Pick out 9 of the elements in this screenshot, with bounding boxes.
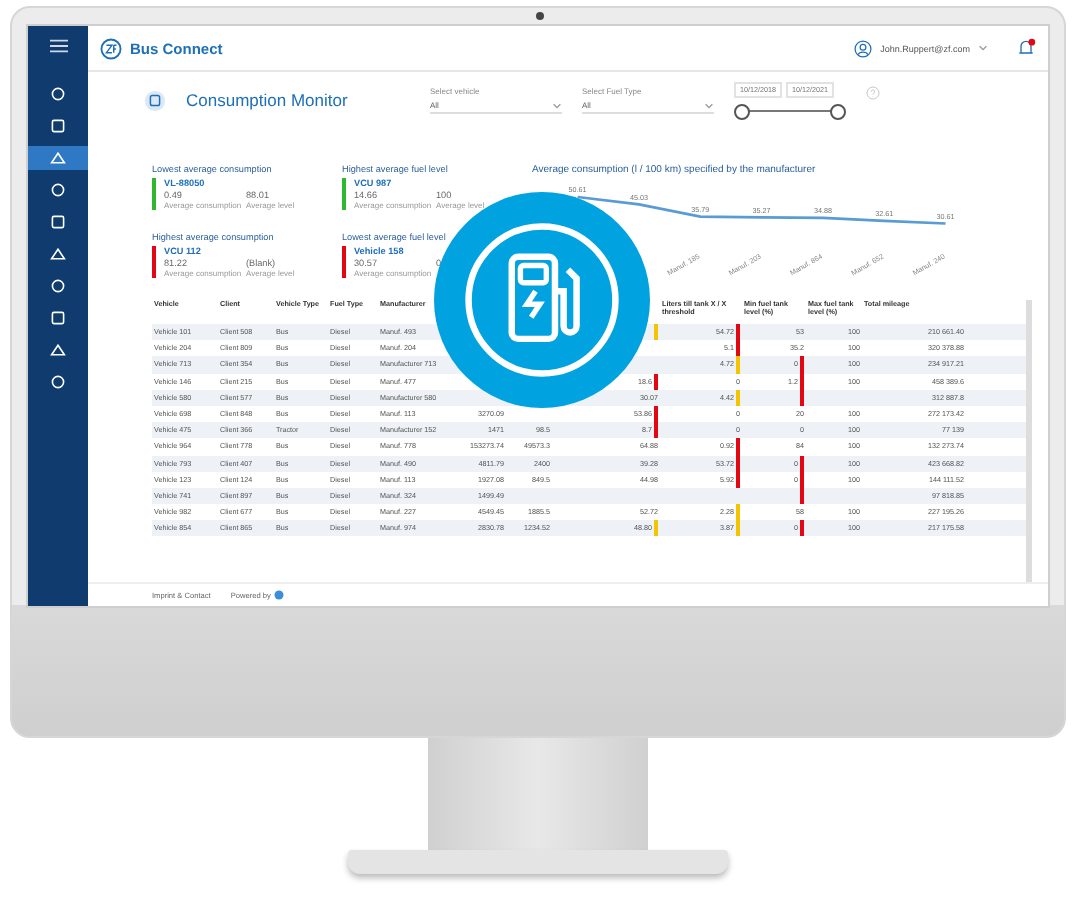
page-title: Consumption Monitor	[186, 90, 350, 110]
camera-dot	[536, 12, 544, 20]
menu-icon[interactable]	[49, 38, 67, 54]
user-icon[interactable]	[854, 39, 873, 57]
slider-handle[interactable]	[830, 103, 846, 119]
notification-bell-icon[interactable]	[1016, 38, 1036, 58]
caret-icon	[552, 101, 562, 109]
caret-icon	[704, 101, 714, 109]
slider-handle[interactable]	[734, 103, 750, 119]
